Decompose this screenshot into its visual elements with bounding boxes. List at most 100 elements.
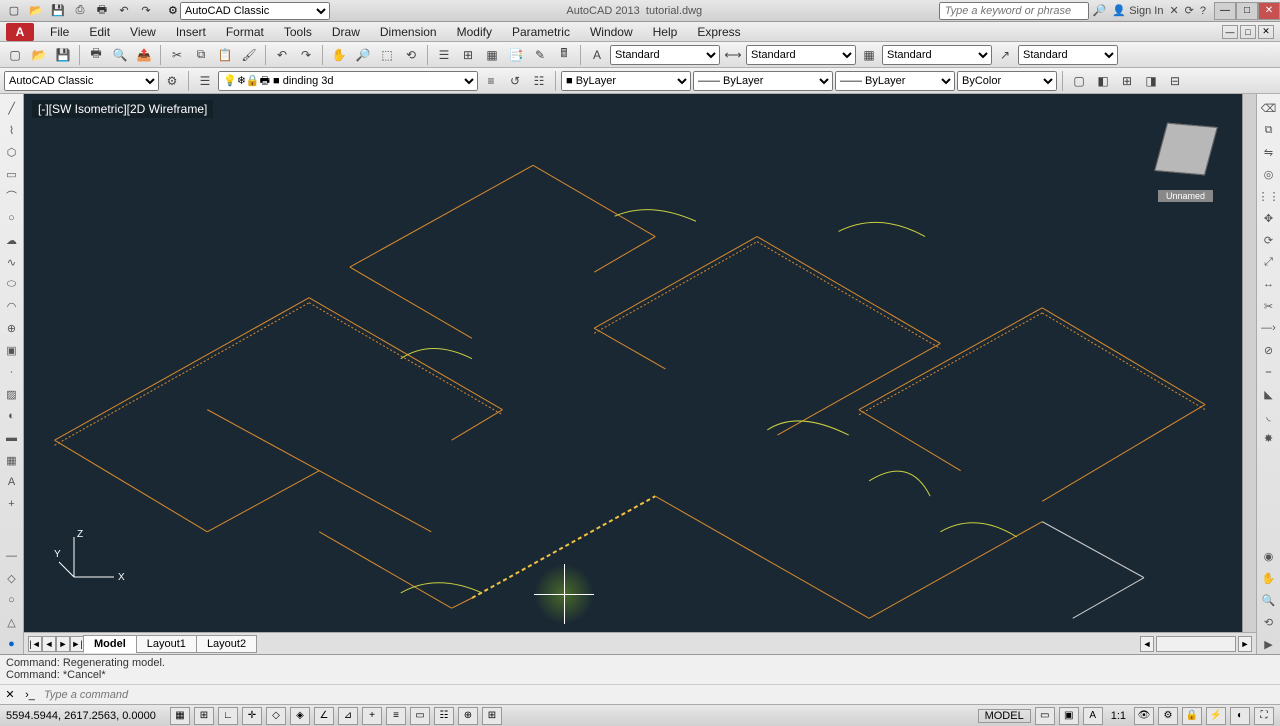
rect-icon[interactable]: ▭ [2, 164, 22, 184]
menu-file[interactable]: File [40, 23, 79, 41]
tablestyle-icon[interactable]: ▦ [858, 44, 880, 66]
copy-icon[interactable]: ⧉ [190, 44, 212, 66]
qp-icon[interactable]: ☷ [434, 707, 454, 725]
block-icon[interactable]: ▣ [2, 340, 22, 360]
redo2-icon[interactable]: ↷ [295, 44, 317, 66]
open-icon[interactable]: 📂 [26, 2, 46, 20]
gridmode-icon[interactable]: ⊞ [194, 707, 214, 725]
textstyle-icon[interactable]: A [586, 44, 608, 66]
viewport[interactable]: [-][SW Isometric][2D Wireframe] [24, 94, 1256, 632]
minimize-button[interactable]: — [1214, 2, 1236, 20]
sheetset-icon[interactable]: 📑 [505, 44, 527, 66]
point-icon[interactable]: · [2, 362, 22, 382]
properties-icon[interactable]: ☰ [433, 44, 455, 66]
vp5-icon[interactable]: ⊟ [1164, 70, 1186, 92]
hatch-icon[interactable]: ▨ [2, 384, 22, 404]
navbar-orbit-icon[interactable]: ⟲ [1259, 612, 1279, 632]
insert-icon[interactable]: ⊕ [2, 318, 22, 338]
osnap4-icon[interactable]: ● [2, 634, 22, 654]
menu-parametric[interactable]: Parametric [502, 23, 580, 41]
zoom-icon[interactable]: 🔎 [352, 44, 374, 66]
undo2-icon[interactable]: ↶ [271, 44, 293, 66]
ducs-icon[interactable]: ⊿ [338, 707, 358, 725]
plotstyle-select[interactable]: ByColor [957, 71, 1057, 91]
hscroll-track[interactable] [1156, 636, 1236, 652]
help-search-input[interactable] [939, 2, 1089, 20]
quickcalc-icon[interactable]: 🖩 [553, 44, 575, 66]
annoscale-icon[interactable]: A [1083, 707, 1103, 725]
close-button[interactable]: ✕ [1258, 2, 1280, 20]
tab-layout2[interactable]: Layout2 [196, 635, 257, 653]
menu-draw[interactable]: Draw [322, 23, 370, 41]
model-indicator[interactable]: MODEL [978, 709, 1031, 723]
tpy-icon[interactable]: ▭ [410, 707, 430, 725]
3dosnap-icon[interactable]: ◈ [290, 707, 310, 725]
sc-icon[interactable]: ⊕ [458, 707, 478, 725]
redo-icon[interactable]: ↷ [136, 2, 156, 20]
trim-icon[interactable]: ✂ [1259, 296, 1279, 316]
hscroll-right[interactable]: ► [1238, 636, 1252, 652]
menu-tools[interactable]: Tools [274, 23, 322, 41]
circle-icon[interactable]: ○ [2, 208, 22, 228]
help-icon[interactable]: ? [1200, 5, 1206, 17]
osnap1-icon[interactable]: ◇ [2, 568, 22, 588]
vp3-icon[interactable]: ⊞ [1116, 70, 1138, 92]
quickview-layouts-icon[interactable]: ▭ [1035, 707, 1055, 725]
menu-format[interactable]: Format [216, 23, 274, 41]
menu-window[interactable]: Window [580, 23, 643, 41]
zoomwin-icon[interactable]: ⬚ [376, 44, 398, 66]
chamfer-icon[interactable]: ◣ [1259, 384, 1279, 404]
polygon-icon[interactable]: ⬡ [2, 142, 22, 162]
layer-select[interactable]: 💡❄🔒🖶 ■ dinding 3d [218, 71, 478, 91]
stretch-icon[interactable]: ↔ [1259, 274, 1279, 294]
break-icon[interactable]: ⊘ [1259, 340, 1279, 360]
isolate-icon[interactable]: ◐ [1230, 707, 1250, 725]
command-input[interactable] [40, 689, 1280, 701]
ellipse-icon[interactable]: ⬭ [2, 274, 22, 294]
menu-insert[interactable]: Insert [166, 23, 216, 41]
vscrollbar[interactable] [1242, 94, 1256, 632]
save-icon[interactable]: 💾 [48, 2, 68, 20]
cmd-close-icon[interactable]: ✕ [0, 688, 20, 701]
ws-switch-icon[interactable]: ⚙ [1158, 707, 1178, 725]
zoomprev-icon[interactable]: ⟲ [400, 44, 422, 66]
snapmode-icon[interactable]: ▦ [170, 707, 190, 725]
osnap-sep-icon[interactable]: — [2, 546, 22, 566]
am-icon[interactable]: ⊞ [482, 707, 502, 725]
viewcube-label[interactable]: Unnamed [1158, 190, 1213, 202]
layerstate-icon[interactable]: ☷ [528, 70, 550, 92]
exchange-icon[interactable]: ✕ [1169, 4, 1178, 17]
explode-icon[interactable]: ✸ [1259, 428, 1279, 448]
tab-next[interactable]: ► [56, 636, 70, 652]
app-logo[interactable]: A [6, 23, 34, 41]
saveas-icon[interactable]: ⎙ [70, 2, 90, 20]
linetype-select[interactable]: —— ByLayer [693, 71, 833, 91]
osnap-icon[interactable]: ◇ [266, 707, 286, 725]
qnew-icon[interactable]: ▢ [4, 44, 26, 66]
quickview-drawings-icon[interactable]: ▣ [1059, 707, 1079, 725]
scale-icon[interactable]: ⤢ [1259, 252, 1279, 272]
tab-last[interactable]: ►| [70, 636, 84, 652]
color-select[interactable]: ■ ByLayer [561, 71, 691, 91]
menu-view[interactable]: View [120, 23, 166, 41]
toolbar-lock-icon[interactable]: 🔒 [1182, 707, 1202, 725]
open2-icon[interactable]: 📂 [28, 44, 50, 66]
mdi-max[interactable]: □ [1240, 25, 1256, 39]
join-icon[interactable]: ⎯ [1259, 362, 1279, 382]
osnap2-icon[interactable]: ○ [2, 590, 22, 610]
region-icon[interactable]: ▬ [2, 428, 22, 448]
table-icon[interactable]: ▦ [2, 450, 22, 470]
mirror-icon[interactable]: ⇋ [1259, 142, 1279, 162]
mleaderstyle-icon[interactable]: ↗ [994, 44, 1016, 66]
new-icon[interactable]: ▢ [4, 2, 24, 20]
mleaderstyle-select[interactable]: Standard [1018, 45, 1118, 65]
paste-icon[interactable]: 📋 [214, 44, 236, 66]
dimstyle-icon[interactable]: ⟷ [722, 44, 744, 66]
toolpal-icon[interactable]: ▦ [481, 44, 503, 66]
pline-icon[interactable]: ⌇ [2, 120, 22, 140]
plot-icon[interactable]: 🖶 [92, 2, 112, 20]
undo-icon[interactable]: ↶ [114, 2, 134, 20]
matchprop-icon[interactable]: 🖌 [238, 44, 260, 66]
preview-icon[interactable]: 🔍 [109, 44, 131, 66]
save2-icon[interactable]: 💾 [52, 44, 74, 66]
